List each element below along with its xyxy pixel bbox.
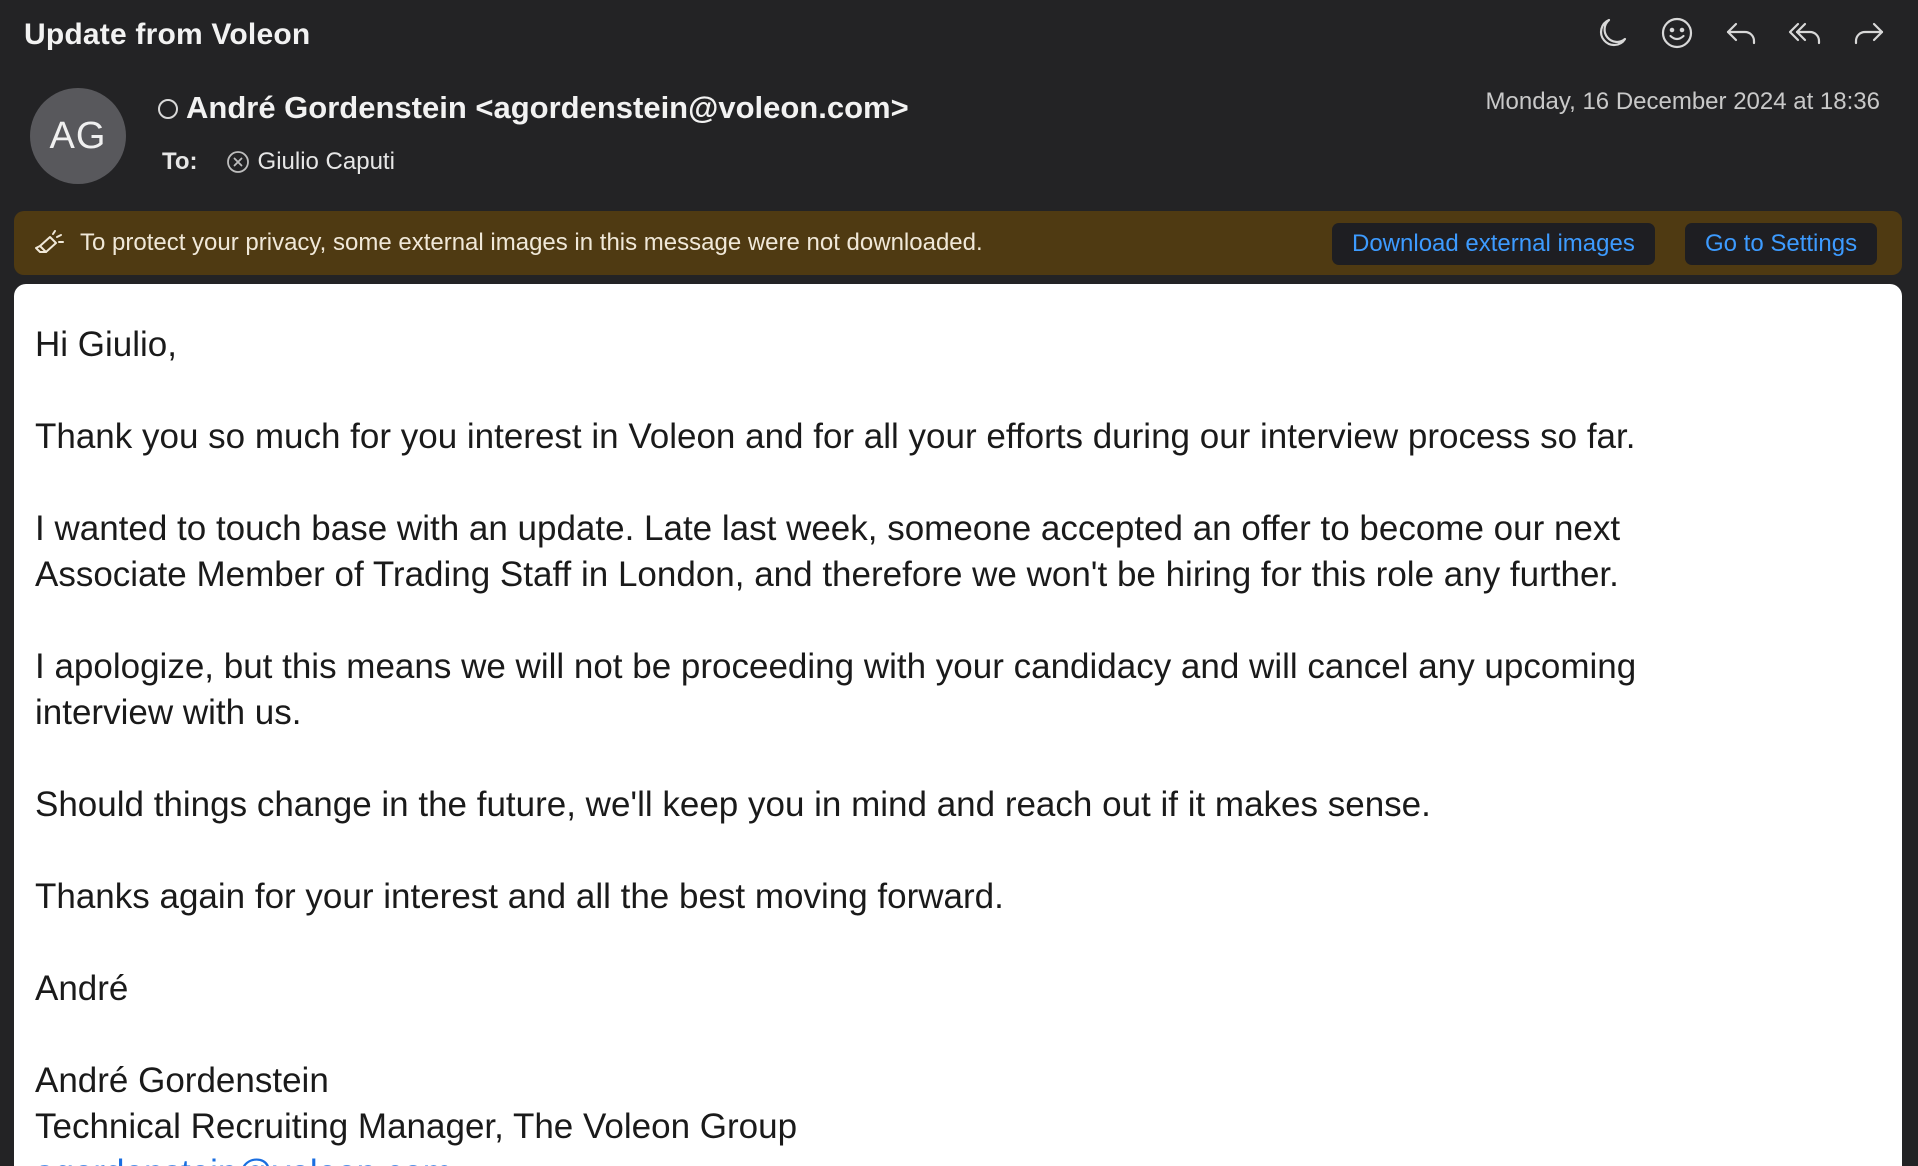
unread-status-icon[interactable]: [158, 99, 178, 119]
message-date: Monday, 16 December 2024 at 18:36: [1485, 88, 1880, 115]
message-subject: Update from Voleon: [24, 18, 311, 51]
remove-recipient-icon[interactable]: [226, 150, 250, 174]
greeting: Hi Giulio,: [35, 325, 177, 364]
reply-icon[interactable]: [1722, 14, 1760, 52]
dark-mode-icon[interactable]: [1594, 14, 1632, 52]
blocked-images-icon: [35, 230, 64, 253]
body-paragraph-2: I wanted to touch base with an update. L…: [35, 506, 1881, 598]
signature-email-link[interactable]: agordenstein@voleon.com: [35, 1150, 1881, 1166]
body-paragraph-3-line-2: interview with us.: [35, 693, 302, 732]
body-paragraph-1: Thank you so much for you interest in Vo…: [35, 417, 1636, 456]
body-paragraph-3: I apologize, but this means we will not …: [35, 644, 1881, 736]
body-paragraph-2-line-1: I wanted to touch base with an update. L…: [35, 509, 1621, 548]
sender-name[interactable]: André Gordenstein <agordenstein@voleon.c…: [186, 90, 909, 126]
reply-all-icon[interactable]: [1786, 14, 1824, 52]
to-label: To:: [162, 148, 198, 175]
body-paragraph-2-line-2: Associate Member of Trading Staff in Lon…: [35, 555, 1619, 594]
privacy-banner: To protect your privacy, some external i…: [14, 211, 1902, 275]
body-paragraph-4: Should things change in the future, we'l…: [35, 785, 1431, 824]
message-body[interactable]: Hi Giulio, Thank you so much for you int…: [14, 284, 1902, 1166]
sender-avatar[interactable]: AG: [30, 88, 126, 184]
signature-name: André Gordenstein: [35, 1061, 329, 1100]
body-paragraph-3-line-1: I apologize, but this means we will not …: [35, 647, 1637, 686]
privacy-banner-text: To protect your privacy, some external i…: [80, 229, 983, 256]
recipients-line: To: Giulio Caputi: [162, 148, 395, 176]
recipient-name: Giulio Caputi: [257, 148, 395, 175]
signature-block: André Gordenstein Technical Recruiting M…: [35, 1058, 1881, 1166]
go-to-settings-button[interactable]: Go to Settings: [1685, 223, 1878, 265]
signature-title: Technical Recruiting Manager, The Voleon…: [35, 1107, 798, 1146]
emoji-icon[interactable]: [1658, 14, 1696, 52]
signoff: André: [35, 969, 129, 1008]
recipient-token[interactable]: Giulio Caputi: [226, 148, 395, 176]
body-paragraph-5: Thanks again for your interest and all t…: [35, 877, 1004, 916]
sender-line: André Gordenstein <agordenstein@voleon.c…: [158, 90, 909, 126]
forward-icon[interactable]: [1850, 14, 1888, 52]
download-external-images-button[interactable]: Download external images: [1332, 223, 1655, 265]
message-toolbar: [1594, 14, 1888, 52]
mail-window: Update from Voleon AG André Gordenstein …: [0, 0, 1918, 1166]
